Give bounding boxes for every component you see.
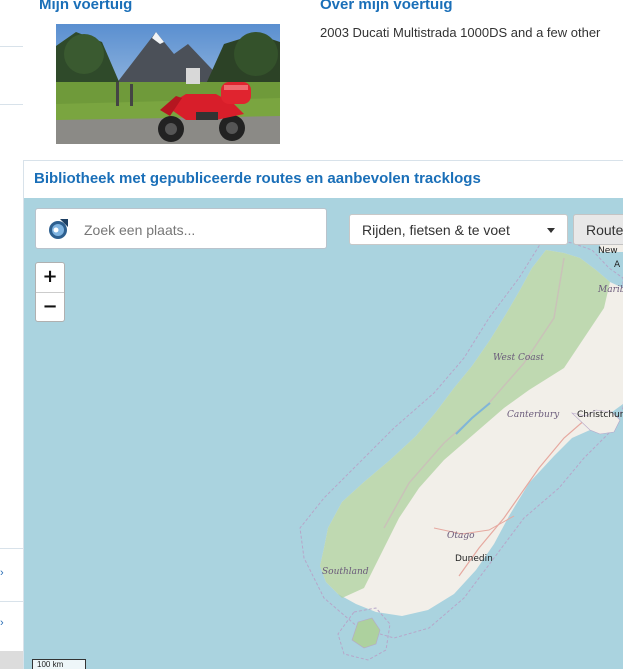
- left-sidebar: › ›: [0, 0, 24, 669]
- sidebar-divider: [0, 46, 23, 47]
- vehicle-profile: Mijn voertuig Over mijn voertuig 2003 Du…: [23, 0, 623, 161]
- about-vehicle-text: 2003 Ducati Multistrada 1000DS and a few…: [320, 25, 601, 40]
- zoom-out-button[interactable]: −: [36, 293, 64, 322]
- map-label-southland: Southland: [322, 567, 369, 577]
- vehicle-photo[interactable]: [56, 24, 280, 144]
- sidebar-arrow-icon[interactable]: ›: [0, 617, 8, 629]
- map-label-christchurch: Christchur: [577, 410, 623, 420]
- sidebar-arrow-icon[interactable]: ›: [0, 567, 8, 579]
- route-button[interactable]: Route: [573, 214, 623, 245]
- sidebar-divider: [0, 548, 23, 549]
- location-pin-icon: [49, 219, 68, 239]
- route-map[interactable]: New A Maribo West Coast Canterbury Chris…: [24, 198, 623, 669]
- travel-mode-select[interactable]: Rijden, fietsen & te voet: [349, 214, 568, 245]
- search-input[interactable]: [82, 217, 322, 243]
- sidebar-footer: [0, 651, 23, 669]
- map-label-new: New: [598, 246, 618, 256]
- map-label-otago: Otago: [447, 531, 475, 541]
- vehicle-title: Mijn voertuig: [39, 0, 133, 13]
- map-label-dunedin: Dunedin: [455, 554, 493, 564]
- place-search[interactable]: [35, 208, 327, 249]
- map-scale-bar: 100 km: [32, 659, 86, 669]
- about-vehicle-title: Over mijn voertuig: [320, 0, 453, 13]
- map-label-west-coast: West Coast: [493, 353, 544, 363]
- map-label-a: A: [614, 260, 621, 270]
- map-label-maribo: Maribo: [598, 285, 623, 295]
- caret-down-icon: [547, 228, 555, 233]
- south-island-map: [299, 234, 623, 661]
- map-label-canterbury: Canterbury: [507, 410, 560, 420]
- sidebar-divider: [0, 104, 23, 105]
- zoom-in-button[interactable]: +: [36, 263, 64, 293]
- sidebar-divider: [0, 601, 23, 602]
- travel-mode-label: Rijden, fietsen & te voet: [362, 222, 510, 238]
- motorcycle-photo-image: [56, 24, 280, 144]
- zoom-control: + −: [35, 262, 65, 322]
- library-title: Bibliotheek met gepubliceerde routes en …: [34, 170, 481, 187]
